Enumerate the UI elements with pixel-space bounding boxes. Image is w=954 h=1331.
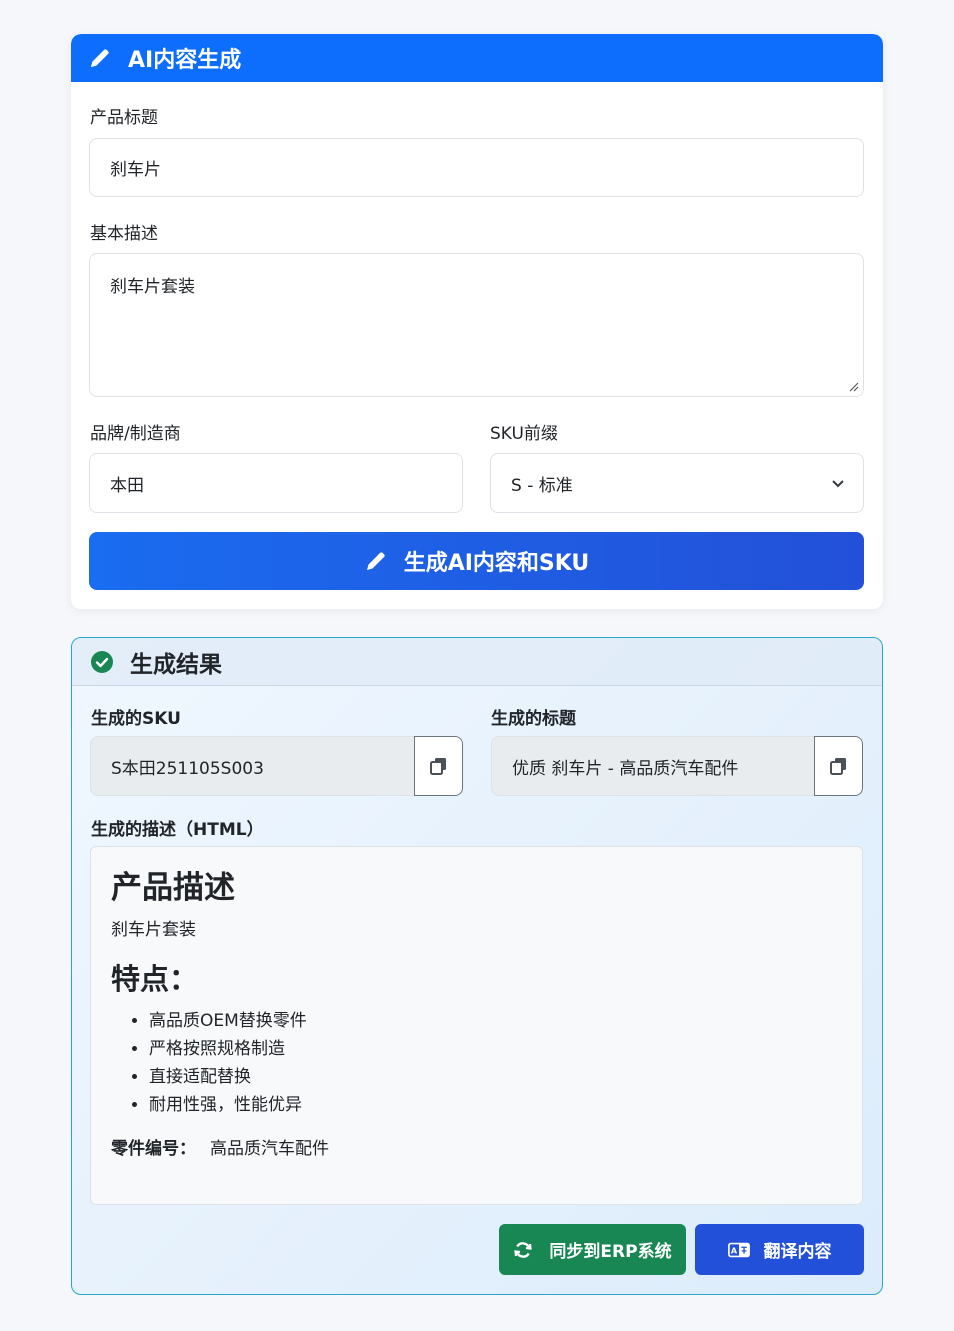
basic-desc-label: 基本描述 — [90, 224, 158, 244]
sku-prefix-label: SKU前缀 — [490, 424, 558, 444]
result-header: 生成结果 — [72, 638, 882, 686]
generated-desc-label: 生成的描述（HTML） — [91, 820, 264, 840]
copy-icon — [429, 758, 446, 775]
part-number: 零件编号： 高品质汽车配件 — [111, 1135, 842, 1163]
desc-heading: 产品描述 — [111, 870, 235, 906]
generated-sku-value: S本田251105S003 — [111, 758, 264, 779]
basic-desc-textarea[interactable]: 刹车片套装 — [89, 253, 864, 397]
generated-title-value: 优质 刹车片 - 高品质汽车配件 — [512, 758, 739, 779]
brand-label: 品牌/制造商 — [90, 424, 181, 444]
basic-desc-value: 刹车片套装 — [110, 277, 195, 297]
product-title-value: 刹车片 — [110, 160, 161, 180]
generate-button[interactable]: 生成AI内容和SKU — [89, 532, 864, 590]
list-item: 高品质OEM替换零件 — [149, 1007, 842, 1035]
copy-sku-button[interactable] — [414, 736, 463, 796]
pencil-icon — [88, 45, 114, 71]
generated-title-label: 生成的标题 — [491, 709, 576, 729]
copy-title-button[interactable] — [814, 736, 863, 796]
list-item: 严格按照规格制造 — [149, 1035, 842, 1063]
features-list: 高品质OEM替换零件 严格按照规格制造 直接适配替换 耐用性强，性能优异 — [111, 1007, 842, 1119]
sku-prefix-value: S - 标准 — [511, 475, 573, 496]
part-number-value: 高品质汽车配件 — [210, 1139, 329, 1159]
resize-handle-icon[interactable] — [847, 380, 859, 392]
result-card: 生成结果 生成的SKU S本田251105S003 生成的标题 优质 刹车片 -… — [71, 637, 883, 1295]
generated-sku-field[interactable]: S本田251105S003 — [90, 736, 415, 796]
generated-title-field[interactable]: 优质 刹车片 - 高品质汽车配件 — [491, 736, 816, 796]
product-title-label: 产品标题 — [90, 108, 158, 128]
generated-desc-preview: 产品描述 刹车片套装 特点： 高品质OEM替换零件 严格按照规格制造 直接适配替… — [90, 846, 863, 1205]
part-number-label: 零件编号： — [111, 1139, 196, 1159]
sync-erp-button[interactable]: 同步到ERP系统 — [499, 1224, 686, 1275]
sync-icon — [513, 1239, 535, 1261]
list-item: 直接适配替换 — [149, 1063, 842, 1091]
chevron-down-icon — [832, 480, 844, 488]
translate-icon: A — [727, 1239, 750, 1261]
features-heading: 特点： — [111, 962, 199, 996]
product-title-input[interactable]: 刹车片 — [89, 138, 864, 197]
translate-label: 翻译内容 — [763, 1242, 832, 1262]
result-title: 生成结果 — [130, 651, 222, 678]
check-circle-icon — [91, 650, 113, 673]
generator-title: AI内容生成 — [128, 48, 242, 73]
brand-input[interactable]: 本田 — [89, 453, 463, 513]
sku-prefix-select[interactable]: S - 标准 — [490, 453, 864, 513]
copy-icon — [829, 758, 846, 775]
translate-button[interactable]: A 翻译内容 — [695, 1224, 864, 1275]
generated-sku-label: 生成的SKU — [91, 709, 181, 729]
svg-text:A: A — [730, 1245, 737, 1255]
list-item: 耐用性强，性能优异 — [149, 1091, 842, 1119]
ai-generator-card: AI内容生成 产品标题 刹车片 基本描述 刹车片套装 品牌/制造商 本田 SKU… — [71, 34, 883, 609]
generator-header: AI内容生成 — [71, 34, 883, 82]
brand-value: 本田 — [110, 475, 144, 496]
generate-button-label: 生成AI内容和SKU — [403, 551, 590, 576]
desc-text: 刹车片套装 — [111, 920, 196, 940]
sync-erp-label: 同步到ERP系统 — [549, 1242, 672, 1262]
pencil-icon — [364, 548, 390, 574]
